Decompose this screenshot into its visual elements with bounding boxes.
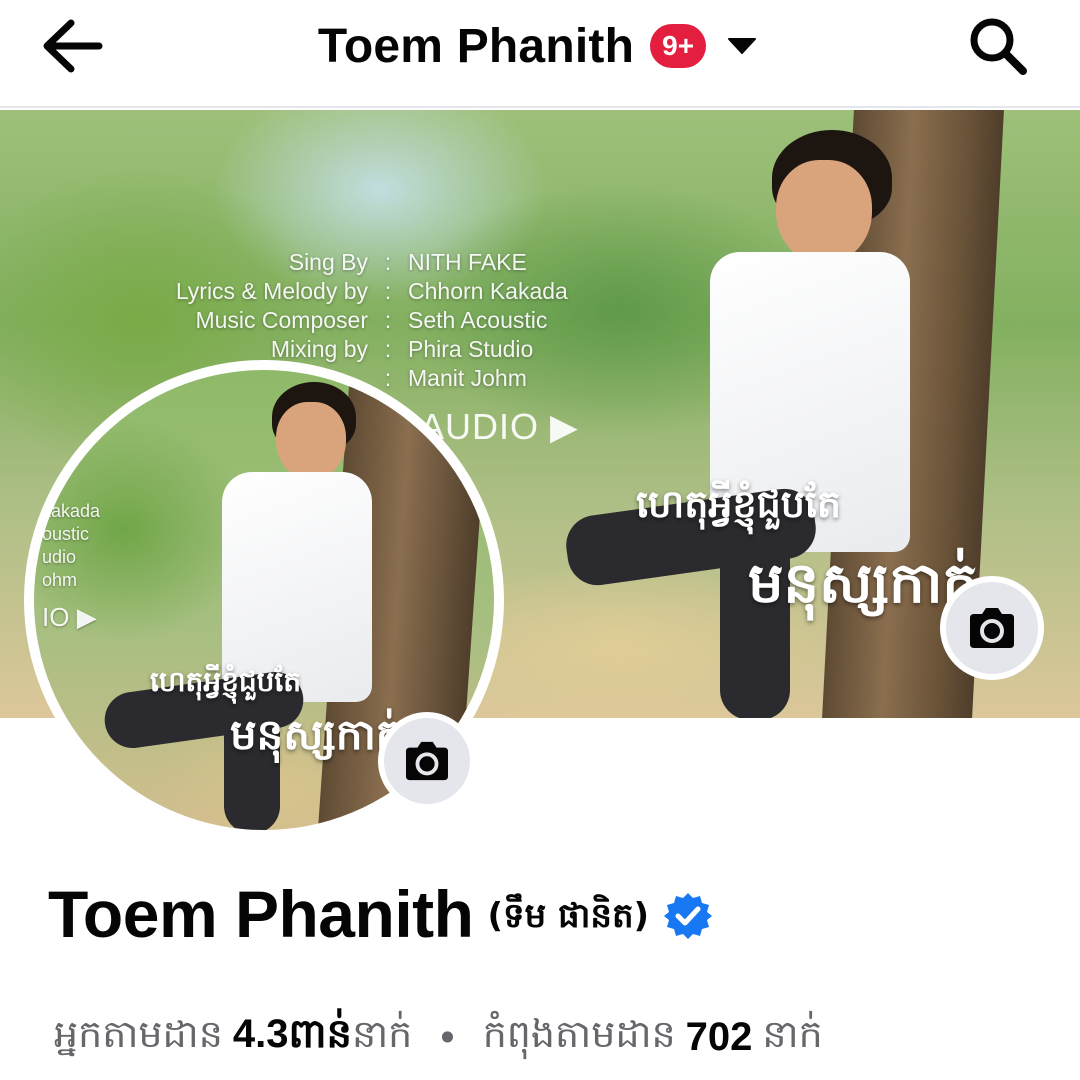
following-link[interactable]: កំពុងតាមដាន 702 នាក់ [483, 1010, 823, 1066]
profile-name: Toem Phanith [48, 877, 474, 951]
profile-song-title-line2: មនុស្សកាក់ [230, 710, 403, 759]
following-unit: នាក់ [762, 1011, 823, 1056]
search-icon [970, 18, 1027, 75]
followers-count: 4.3ពាន់ [232, 1012, 352, 1056]
edit-cover-photo-button[interactable] [940, 576, 1044, 680]
caret-down-icon [728, 38, 757, 54]
followers-label: អ្នកតាមដាន [54, 1011, 223, 1056]
profile-switcher-dropdown[interactable] [722, 26, 762, 66]
following-label: កំពុងតាមដាន [482, 1011, 676, 1056]
notification-badge[interactable]: 9+ [650, 24, 707, 68]
profile-alt-name: (ទឹម ផានិត) [487, 896, 650, 936]
follow-stats: អ្នកតាមដាន 4.3ពាន់ នាក់ • កំពុងតាមដាន 702… [54, 1008, 823, 1067]
camera-icon [406, 741, 448, 781]
following-count: 702 [685, 1015, 753, 1059]
stats-separator: • [436, 1015, 459, 1060]
page-title-group: Toem Phanith 9+ [0, 14, 1080, 78]
verified-badge-icon [664, 893, 713, 939]
top-navigation-bar: Toem Phanith 9+ [0, 0, 1080, 108]
followers-unit: នាក់ [351, 1011, 413, 1056]
play-circle-icon: ▶ [76, 602, 97, 632]
followers-link[interactable]: អ្នកតាមដាន 4.3ពាន់ នាក់ [54, 1008, 412, 1067]
profile-name-row: Toem Phanith (ទឹម ផានិត) [48, 876, 713, 952]
profile-picture-side-text: kakada oustic udio ohm IO ▶ [42, 501, 101, 632]
page-title: Toem Phanith [317, 19, 635, 73]
profile-song-title-line1: ហេតុអ្វីខ្ញុំជួបតែ [150, 665, 302, 698]
camera-icon [970, 608, 1014, 648]
search-button[interactable] [962, 12, 1034, 80]
cover-song-title-line1: ហេតុអ្វីខ្ញុំជួបតែ [636, 482, 842, 526]
edit-profile-picture-button[interactable] [378, 712, 476, 810]
